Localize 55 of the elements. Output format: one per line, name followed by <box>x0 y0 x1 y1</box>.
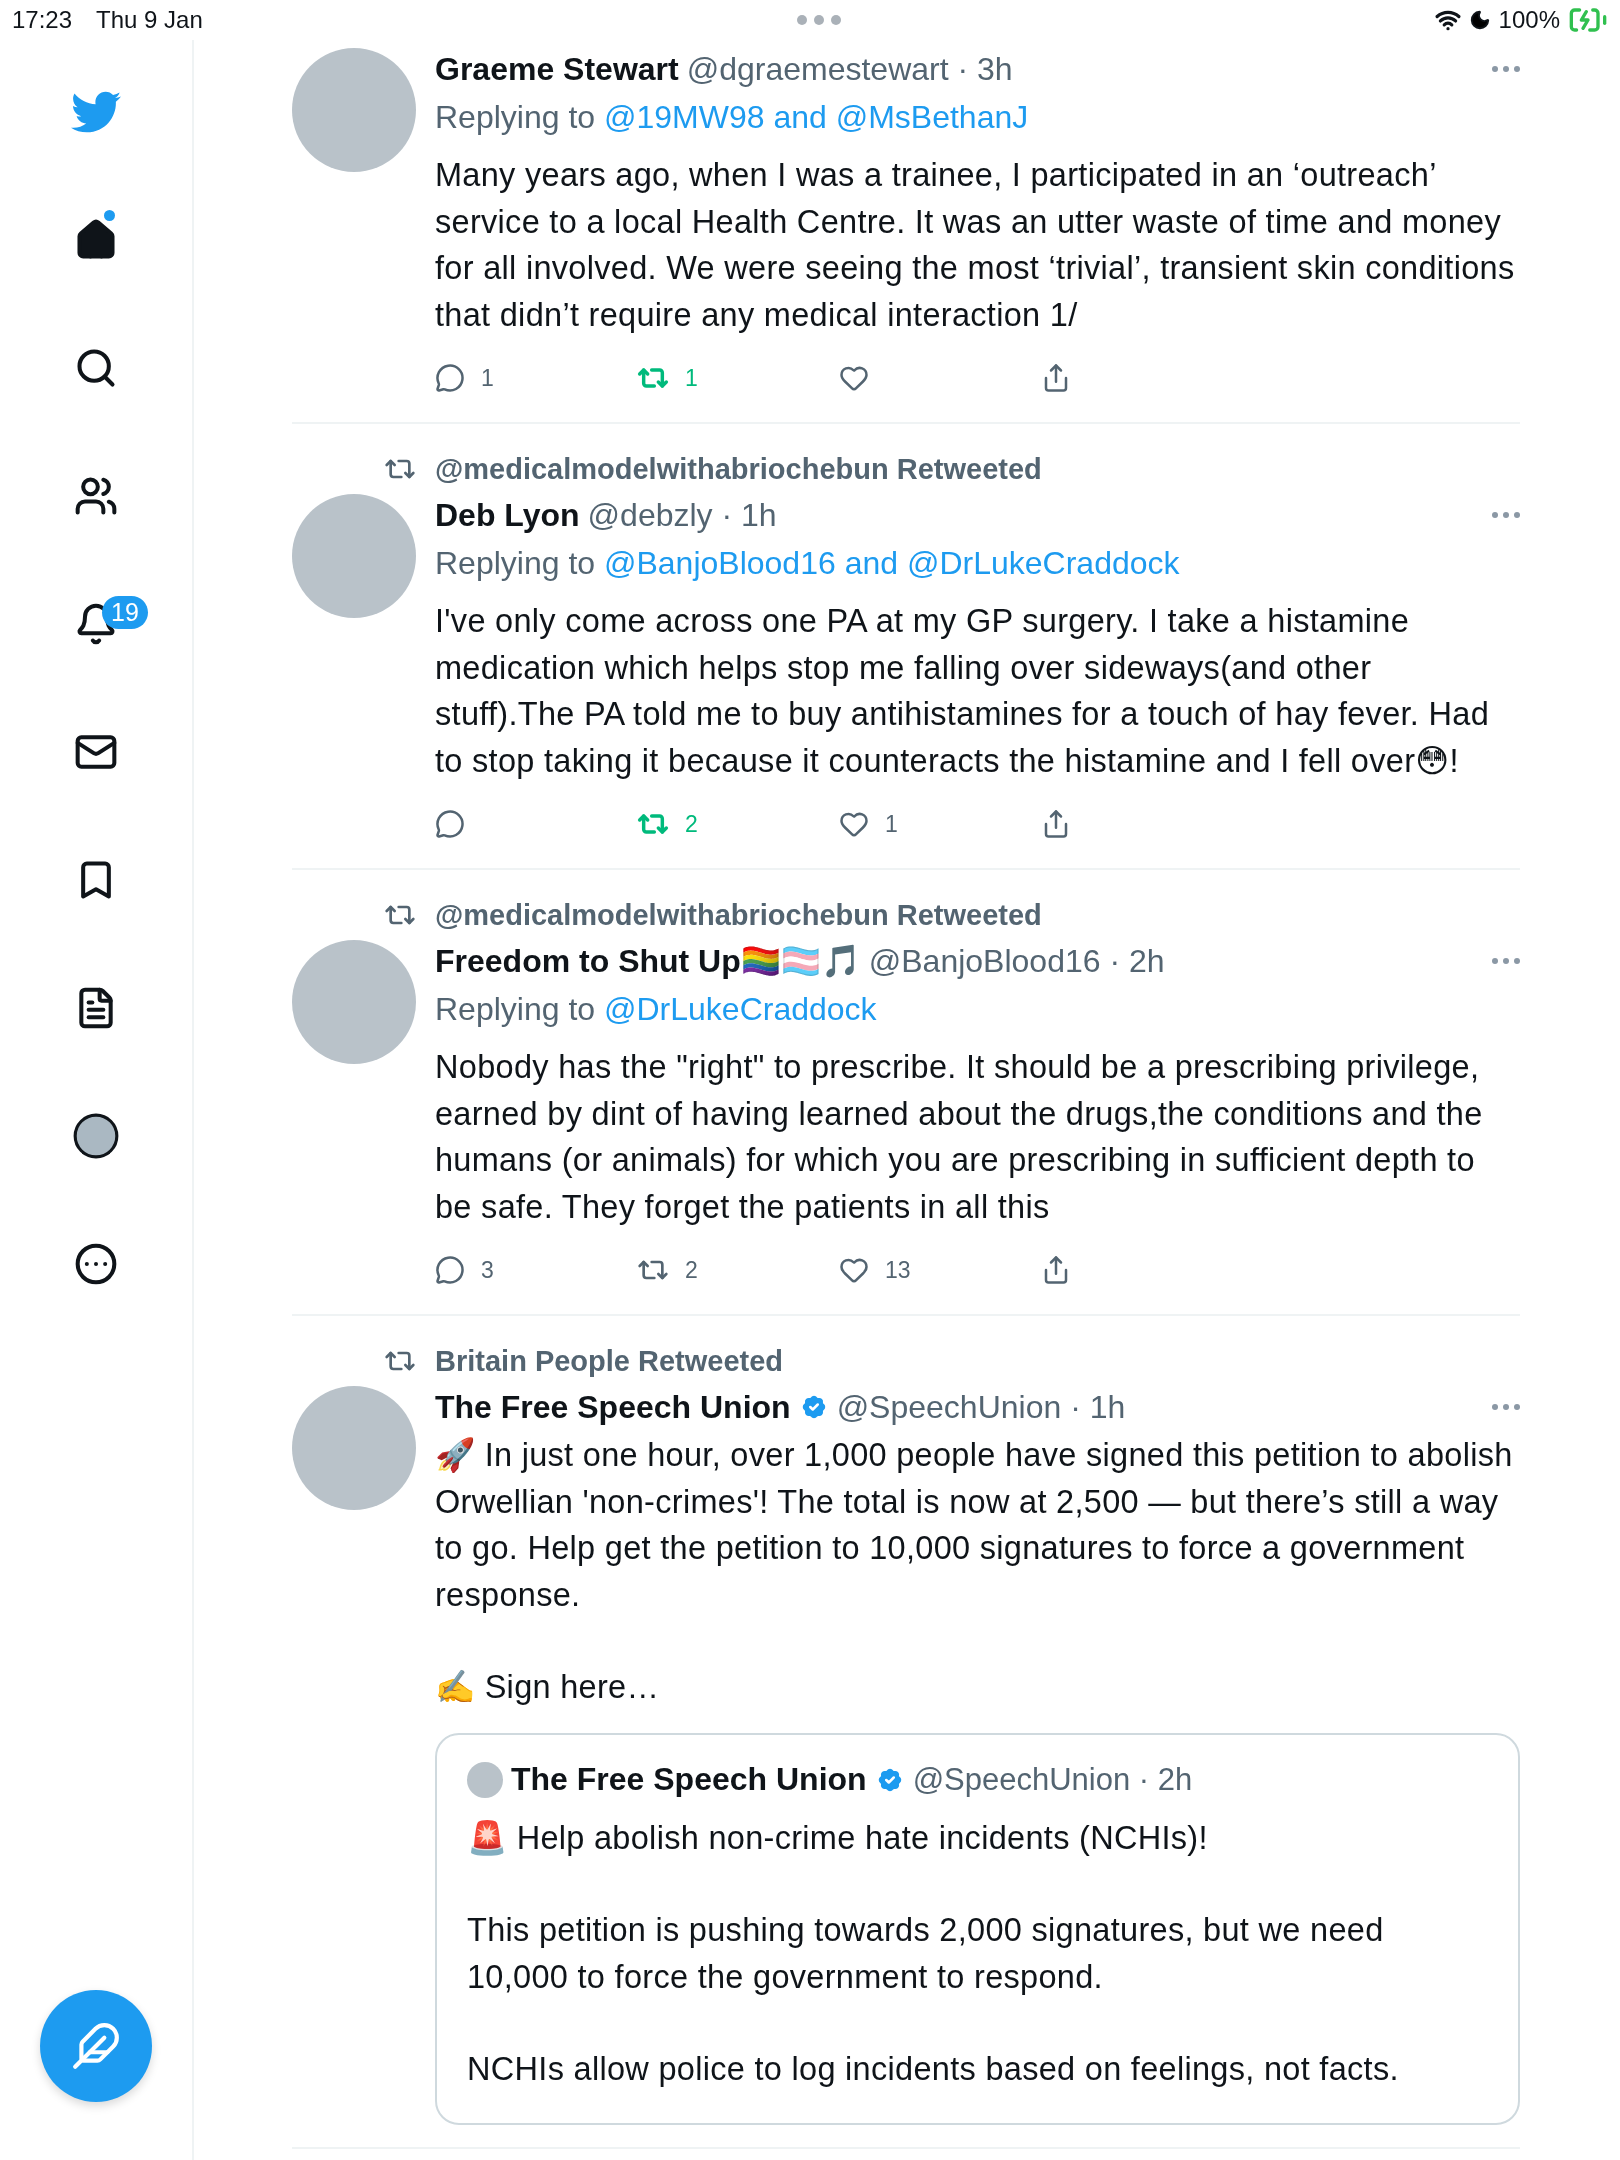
status-date: Thu 9 Jan <box>96 6 203 34</box>
search-icon <box>74 346 118 390</box>
battery-percent: 100% <box>1498 6 1560 34</box>
tweet-text: ✍ Sign here… <box>435 1668 661 1707</box>
handle-time-text: @BanjoBlood16 · 2h <box>868 942 1166 980</box>
compose-button[interactable] <box>40 1990 152 2102</box>
retweet-button[interactable]: 2 <box>637 1254 698 1286</box>
more-icon <box>1492 66 1520 72</box>
more-button[interactable] <box>1492 1404 1520 1410</box>
retweeted-by-text: Britain People Retweeted <box>435 1344 785 1379</box>
more-icon <box>1492 512 1520 518</box>
multitask-dots-icon <box>795 14 842 26</box>
moon-icon <box>1468 9 1491 31</box>
tweet-text: This petition is pushing towards 2,000 signatures, but we need 10,000 to force the government to respond. <box>467 1911 1385 1997</box>
status-time: 17:23 <box>12 6 73 34</box>
handle-time-text: @debzly · 1h <box>587 496 778 534</box>
tweet-text: 🚀 In just one hour, over 1,000 people have signed this petition to abolish Orwellian 'non-crimes'! The total is now at 2,500 — but there’s still a way to go. Help get the petition to 10,000 signatures to force a government response. <box>435 1436 1514 1615</box>
more-button[interactable] <box>1492 512 1520 518</box>
handle-time-text: @dgraemestewart · 3h <box>686 50 1014 88</box>
author-name: The Free Speech Union <box>511 1761 867 1798</box>
retweeted-by-text: @medicalmodelwithabriochebun Retweeted <box>435 452 1043 487</box>
like-button[interactable]: 13 <box>839 1255 911 1285</box>
avatar-placeholder <box>467 1761 503 1798</box>
retweeted-by-text: @medicalmodelwithabriochebun Retweeted <box>435 898 1043 933</box>
reply-icon <box>435 809 465 839</box>
more-icon <box>1492 1404 1520 1410</box>
author-name[interactable]: Deb Lyon <box>435 496 580 534</box>
reply-button[interactable]: 1 <box>435 363 494 393</box>
reply-icon <box>435 1255 465 1285</box>
avatar-icon <box>71 1111 121 1161</box>
author-name[interactable]: The Free Speech Union <box>435 1388 791 1426</box>
reply-icon <box>435 363 465 393</box>
author-name[interactable]: Freedom to Shut Up🏳‍🌈🏳‍⚧🎵 <box>435 942 861 980</box>
feather-icon <box>71 2021 121 2071</box>
tweet-text: I've only come across one PA at my GP surgery. I take a histamine medication which helps stop me falling over sideways(and other stuff).The PA told me to buy antihistamines for a touch of hay fever. Had to stop taking it because it counteracts the histamine and I fell over😳! <box>435 602 1491 781</box>
reply-context-text: Replying to @19MW98 and @MsBethanJ <box>435 98 1030 137</box>
more-icon <box>74 1242 118 1286</box>
tweet-text: Nobody has the "right" to prescribe. It should be a prescribing privilege, earned by dint of having learned about the drugs,the conditions and the humans (or animals) for which you are prescribing in sufficient depth to be safe. They forget the patients in all this <box>435 1048 1484 1227</box>
handle-time-text: @SpeechUnion · 2h <box>912 1761 1193 1798</box>
quoted-tweet[interactable] <box>435 1732 1520 2125</box>
more-button[interactable] <box>1492 66 1520 72</box>
home-icon <box>74 218 118 262</box>
notification-count: 19 <box>102 596 148 629</box>
reply-button[interactable]: 3 <box>435 1255 494 1285</box>
like-button[interactable]: 1 <box>839 809 898 839</box>
reply-button[interactable] <box>435 809 465 839</box>
tweet-text: 🚨 Help abolish non-crime hate incidents (NCHIs)! <box>467 1818 1209 1858</box>
more-icon <box>1492 958 1520 964</box>
reply-context-text: Replying to @BanjoBlood16 and @DrLukeCraddock <box>435 544 1181 583</box>
author-name[interactable]: Graeme Stewart <box>435 50 679 88</box>
tweet-text: NCHIs allow police to log incidents based on feelings, not facts. <box>467 2050 1400 2089</box>
handle-time-text: @SpeechUnion · 1h <box>836 1388 1127 1426</box>
reply-context-text: Replying to @DrLukeCraddock <box>435 990 878 1029</box>
more-button[interactable] <box>1492 958 1520 964</box>
tweet-text: Many years ago, when I was a trainee, I participated in an ‘outreach’ service to a local Health Centre. It was an utter waste of time and money for all involved. We were seeing the most ‘trivial’, transient skin conditions that didn’t require any medical interaction 1/ <box>435 156 1516 335</box>
